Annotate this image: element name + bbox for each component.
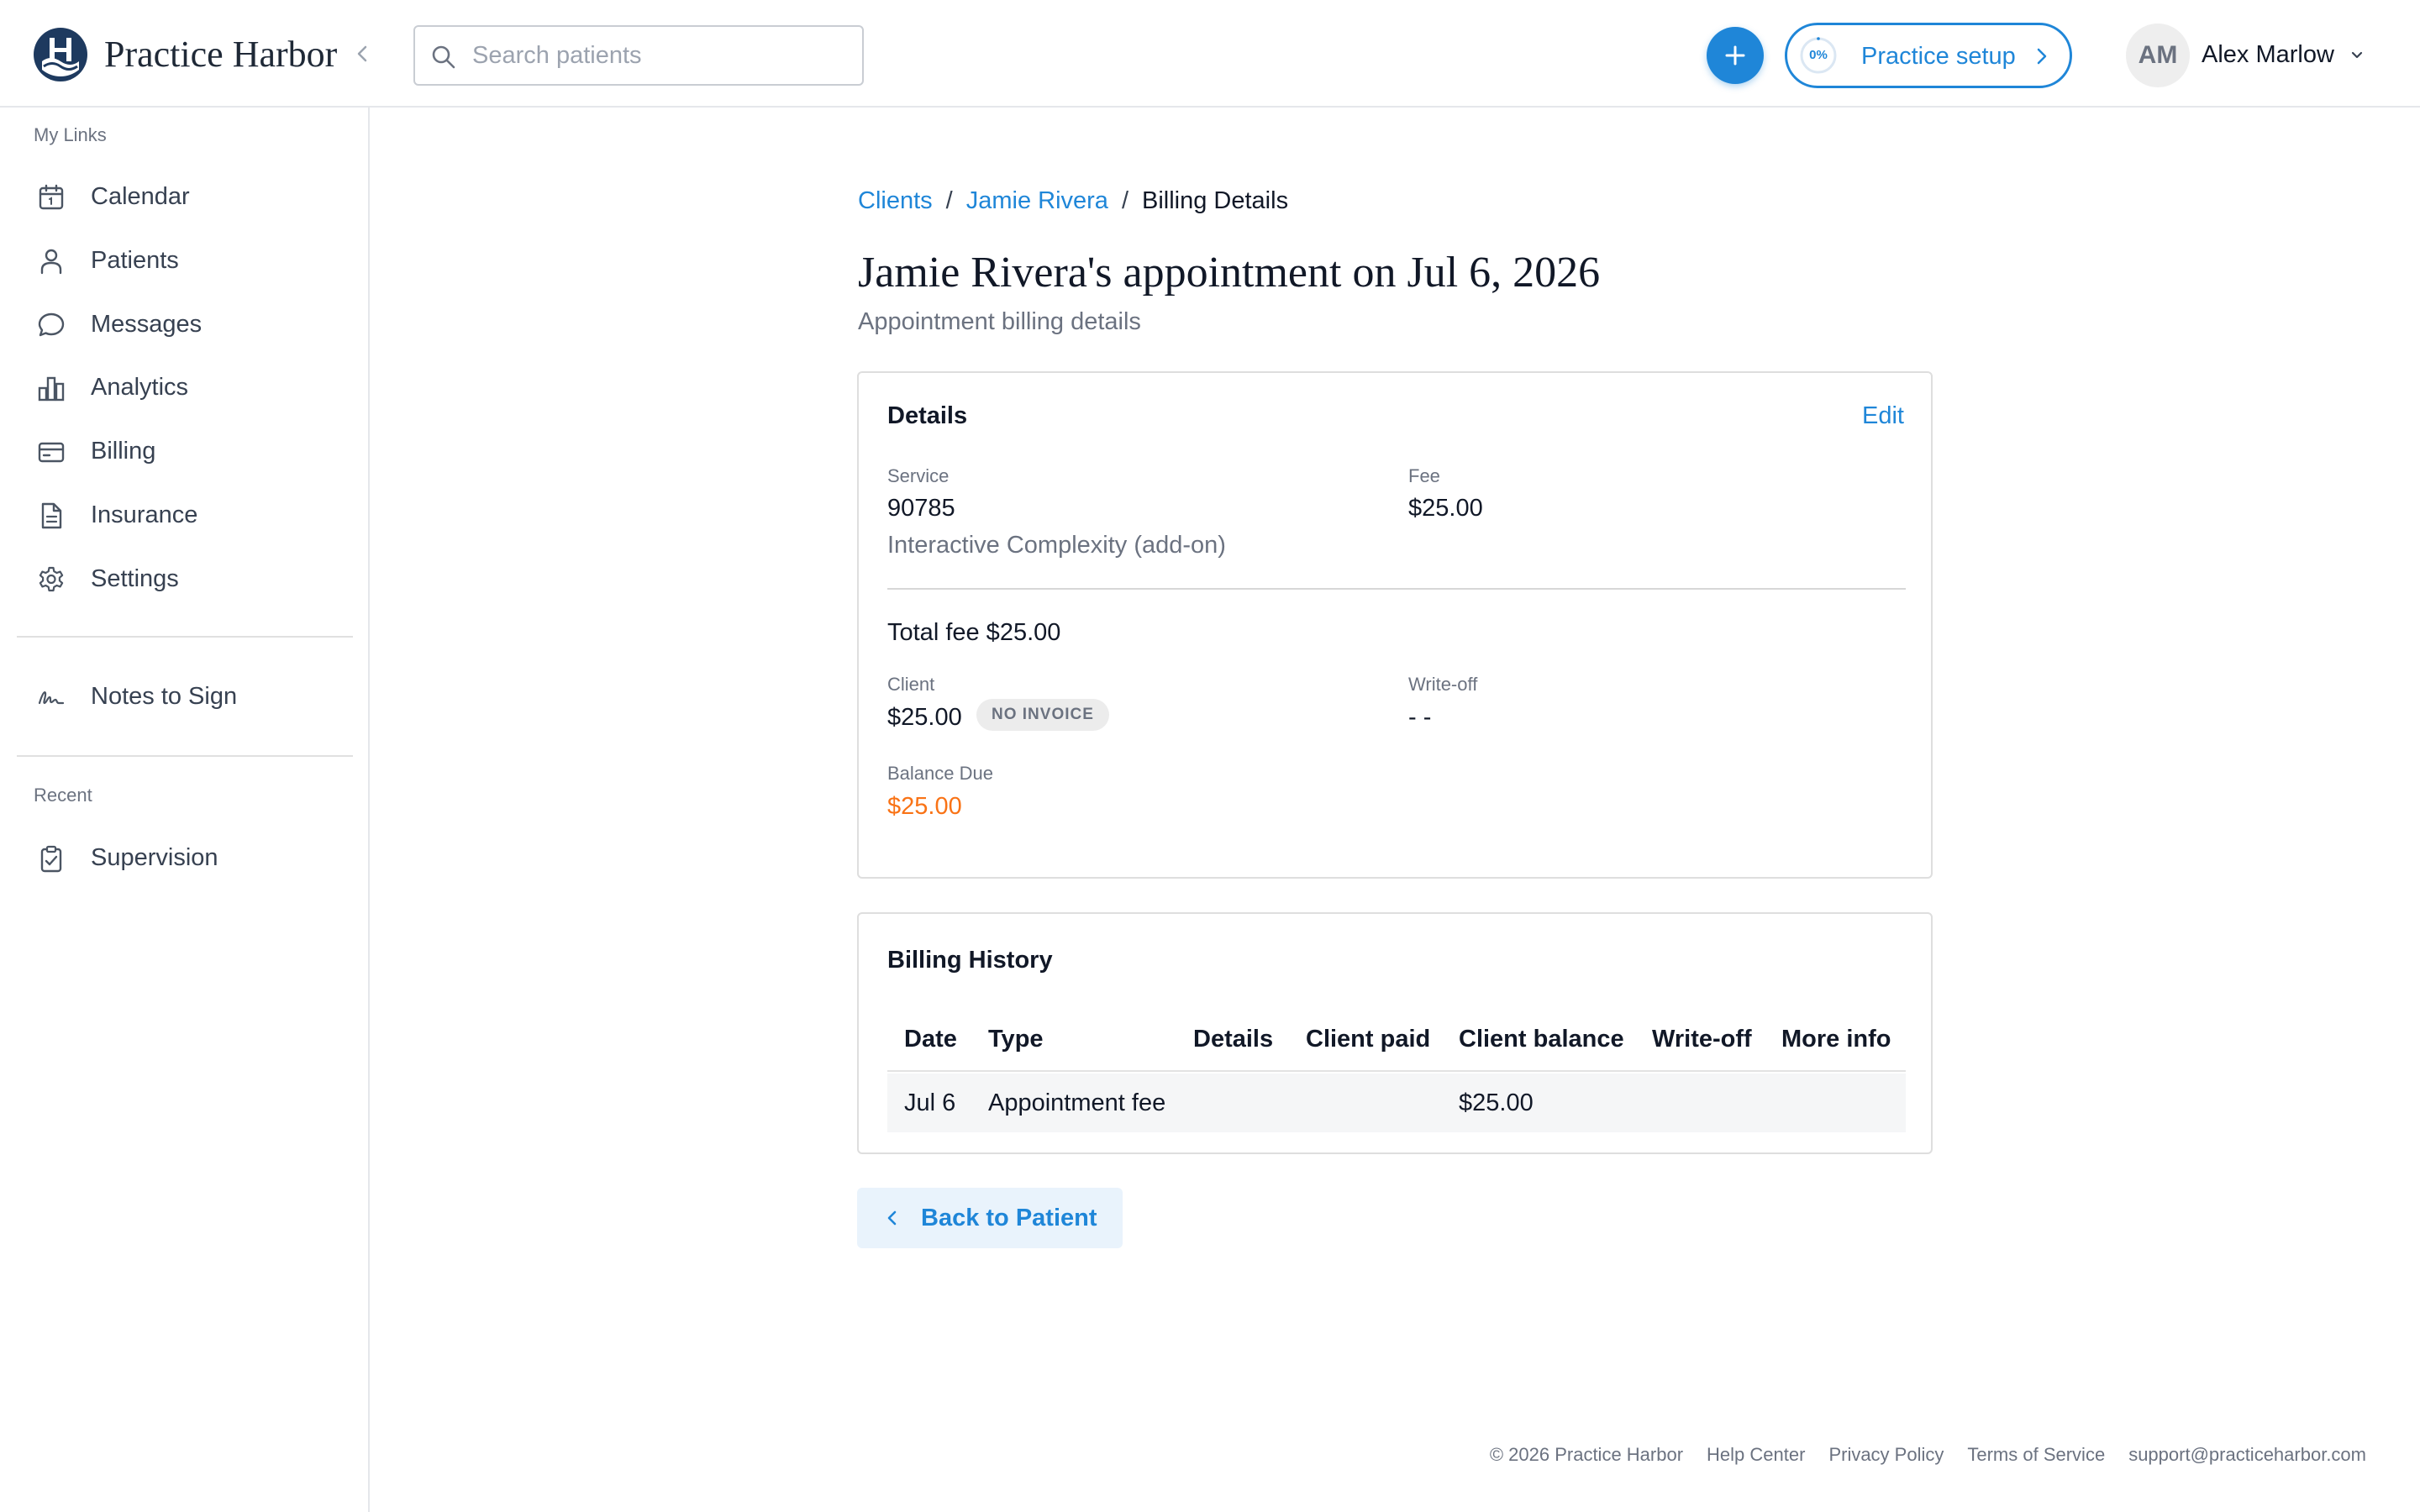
service-description: Interactive Complexity (add-on)	[887, 532, 1226, 559]
footer-link-support-email[interactable]: support@practiceharbor.com	[2128, 1444, 2366, 1465]
recent-label: Recent	[34, 785, 92, 806]
page-subtitle: Appointment billing details	[858, 308, 1141, 335]
sidebar-item-analytics[interactable]: Analytics	[17, 362, 353, 412]
search-icon	[430, 44, 457, 71]
cell-client-balance: $25.00	[1459, 1089, 1534, 1116]
column-header-client-paid: Client paid	[1306, 1026, 1431, 1053]
total-fee: Total fee $25.00	[887, 619, 1061, 646]
sidebar-item-patients[interactable]: Patients	[17, 235, 353, 286]
footer-link-terms-of-service[interactable]: Terms of Service	[1967, 1444, 2105, 1465]
back-to-patient-label: Back to Patient	[921, 1205, 1097, 1231]
sidebar-item-supervision[interactable]: Supervision	[17, 832, 353, 883]
top-header: Practice Harbor 0% Practice setup	[0, 0, 2420, 108]
footer-link-help-center[interactable]: Help Center	[1707, 1444, 1805, 1465]
footer-copyright: © 2026 Practice Harbor	[1489, 1444, 1684, 1465]
details-card-title: Details	[887, 402, 968, 429]
page-title: Jamie Rivera's appointment on Jul 6, 202…	[858, 249, 1601, 297]
writeoff-label: Write-off	[1408, 674, 1478, 695]
sidebar-item-label: Calendar	[91, 183, 190, 210]
sidebar-divider	[17, 755, 353, 757]
bar-chart-icon	[37, 374, 66, 402]
user-avatar[interactable]: AM	[2126, 24, 2190, 87]
signature-icon	[37, 683, 66, 711]
sidebar-item-notes-to-sign[interactable]: Notes to Sign	[17, 671, 353, 722]
sidebar-item-label: Analytics	[91, 374, 189, 401]
search-box[interactable]	[413, 25, 864, 86]
column-header-details: Details	[1193, 1026, 1274, 1053]
cell-type: Appointment fee	[988, 1089, 1166, 1116]
clipboard-check-icon	[37, 844, 66, 873]
user-name[interactable]: Alex Marlow	[2202, 40, 2334, 69]
balance-due-label: Balance Due	[887, 763, 993, 784]
sidebar-item-messages[interactable]: Messages	[17, 299, 353, 349]
table-row[interactable]: Jul 6 Appointment fee $25.00	[887, 1074, 1906, 1132]
column-header-type: Type	[988, 1026, 1044, 1053]
breadcrumb-separator: /	[1121, 187, 1128, 214]
breadcrumb-link-patient[interactable]: Jamie Rivera	[966, 187, 1108, 214]
sidebar-item-label: Notes to Sign	[91, 683, 238, 710]
add-new-button[interactable]	[1707, 27, 1764, 84]
sidebar-item-label: Messages	[91, 311, 203, 338]
user-icon	[37, 247, 66, 276]
chevron-down-icon[interactable]	[2348, 45, 2366, 64]
chevron-right-icon	[2031, 46, 2051, 66]
column-header-more-info: More info	[1781, 1026, 1891, 1053]
writeoff-value: - -	[1408, 704, 1432, 731]
breadcrumb: Clients / Jamie Rivera / Billing Details	[858, 186, 1288, 215]
document-icon	[37, 501, 66, 530]
sidebar-item-label: Supervision	[91, 844, 218, 871]
breadcrumb-separator: /	[945, 187, 953, 214]
cell-date: Jul 6	[904, 1089, 956, 1116]
no-invoice-badge: NO INVOICE	[976, 699, 1109, 731]
billing-history-title: Billing History	[887, 947, 1053, 974]
sidebar-item-label: Insurance	[91, 501, 198, 528]
plus-icon	[1725, 45, 1745, 66]
setup-progress-text: 0%	[1809, 48, 1828, 62]
sidebar-item-settings[interactable]: Settings	[17, 554, 353, 604]
fee-label: Fee	[1408, 465, 1440, 486]
chevron-left-icon	[357, 45, 367, 62]
sidebar-item-label: Patients	[91, 247, 179, 274]
search-input[interactable]	[472, 37, 842, 74]
column-header-client-balance: Client balance	[1459, 1026, 1624, 1053]
details-card: Details Edit Service 90785 Interactive C…	[857, 371, 1933, 879]
sidebar: My Links Calendar Patients Messages Anal…	[0, 108, 370, 1512]
sidebar-item-label: Settings	[91, 565, 179, 592]
fee-value: $25.00	[1408, 495, 1483, 522]
service-label: Service	[887, 465, 950, 486]
service-code: 90785	[887, 495, 955, 522]
breadcrumb-current: Billing Details	[1142, 187, 1289, 214]
sidebar-divider	[17, 636, 353, 638]
calendar-icon	[37, 183, 66, 212]
table-header: Date Type Details Client paid Client bal…	[887, 1006, 1906, 1072]
back-to-patient-button[interactable]: Back to Patient	[857, 1188, 1123, 1248]
sidebar-item-insurance[interactable]: Insurance	[17, 490, 353, 540]
client-amount: $25.00	[887, 704, 962, 731]
credit-card-icon	[37, 438, 66, 466]
my-links-label: My Links	[34, 124, 107, 145]
billing-history-card: Billing History Date Type Details Client…	[857, 912, 1933, 1154]
brand-name: Practice Harbor	[104, 34, 338, 75]
footer-link-privacy-policy[interactable]: Privacy Policy	[1828, 1444, 1944, 1465]
details-divider	[887, 588, 1906, 590]
edit-details-button[interactable]: Edit	[1862, 402, 1904, 430]
practice-setup-button[interactable]: 0% Practice setup	[1785, 23, 2072, 88]
footer: © 2026 Practice Harbor Help Center Privacy…	[1466, 1443, 2366, 1467]
breadcrumb-link-clients[interactable]: Clients	[858, 187, 933, 214]
chevron-left-icon	[882, 1208, 902, 1228]
sidebar-item-billing[interactable]: Billing	[17, 426, 353, 476]
chat-bubble-icon	[37, 311, 66, 339]
practice-harbor-logo-icon[interactable]	[34, 28, 87, 81]
balance-due-value: $25.00	[887, 793, 962, 820]
sidebar-item-calendar[interactable]: Calendar	[17, 171, 353, 222]
practice-setup-label: Practice setup	[1861, 43, 2016, 70]
client-label: Client	[887, 674, 935, 695]
collapse-sidebar-button[interactable]	[351, 42, 375, 66]
column-header-date: Date	[904, 1026, 957, 1053]
column-header-write-off: Write-off	[1652, 1026, 1752, 1053]
gear-icon	[37, 565, 66, 594]
sidebar-item-label: Billing	[91, 438, 156, 465]
